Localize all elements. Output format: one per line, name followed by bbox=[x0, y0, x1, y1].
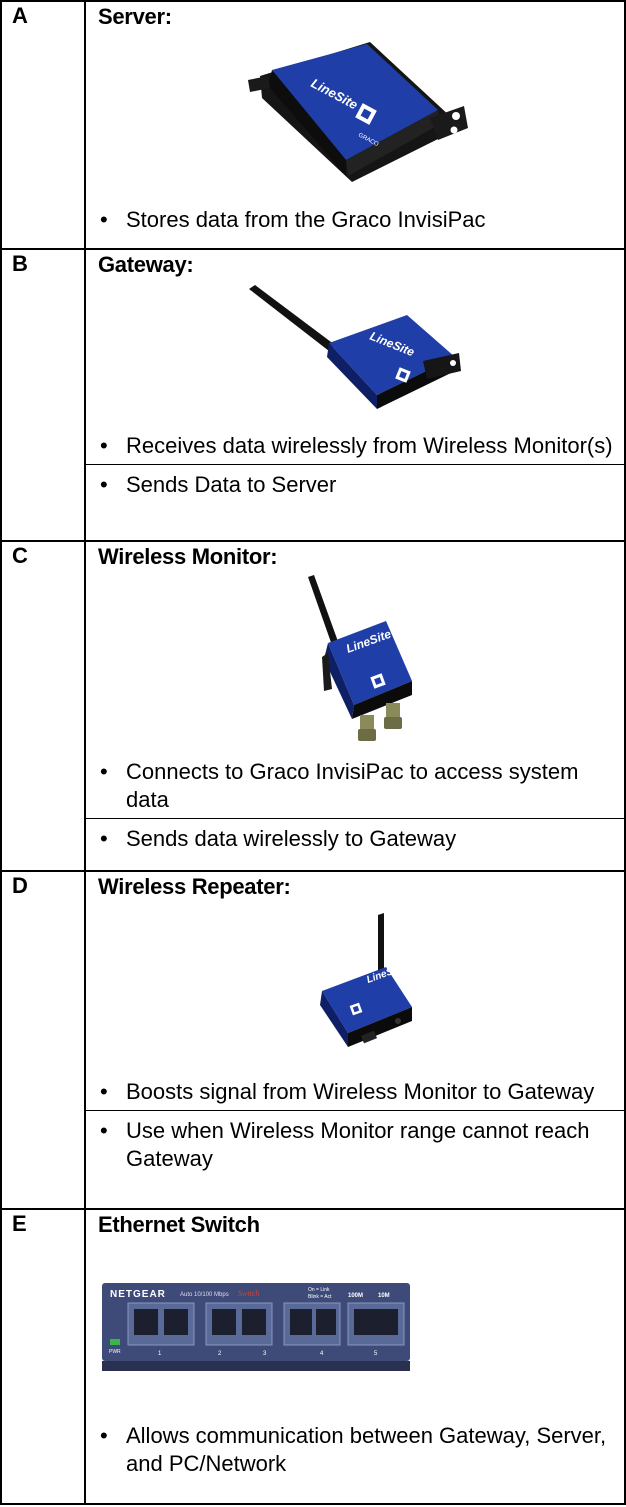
bullet-item: • Connects to Graco InvisiPac to access … bbox=[100, 759, 579, 812]
svg-text:PWR: PWR bbox=[109, 1349, 121, 1355]
bullet-item: • Sends Data to Server bbox=[86, 464, 624, 503]
switch-brand: NETGEAR bbox=[110, 1289, 166, 1300]
bullet-item: • Sends data wirelessly to Gateway bbox=[86, 818, 624, 857]
row-content: Wireless Repeater: LineSite • Boosts sig… bbox=[84, 870, 626, 1210]
row-letter: C bbox=[0, 540, 86, 872]
table-row: D Wireless Repeater: LineSite • Boosts s… bbox=[0, 870, 626, 1210]
svg-text:Blink = Act: Blink = Act bbox=[308, 1294, 332, 1300]
bullet-icon: • bbox=[100, 759, 108, 784]
table-row: C Wireless Monitor: LineSite • Connects … bbox=[0, 540, 626, 872]
component-title: Server: bbox=[98, 4, 172, 29]
svg-text:100M: 100M bbox=[348, 1293, 363, 1299]
bullet-item: • Stores data from the Graco InvisiPac bbox=[100, 207, 486, 232]
bullet-item: • Boosts signal from Wireless Monitor to… bbox=[100, 1079, 595, 1104]
svg-text:10M: 10M bbox=[378, 1293, 390, 1299]
bullet-icon: • bbox=[100, 1423, 108, 1448]
ethernet-switch-image: NETGEAR Auto 10/100 Mbps Switch On = Lin… bbox=[98, 1238, 616, 1416]
bullet-icon: • bbox=[100, 826, 108, 851]
row-content: Wireless Monitor: LineSite • Connects to… bbox=[84, 540, 626, 872]
row-content: Gateway: LineSite • Receives data wirele… bbox=[84, 248, 626, 542]
server-image: LineSite GRACO bbox=[98, 30, 616, 200]
svg-text:Auto 10/100 Mbps: Auto 10/100 Mbps bbox=[180, 1292, 229, 1298]
wireless-monitor-image: LineSite bbox=[98, 570, 616, 752]
row-letter: A bbox=[0, 0, 86, 250]
bullet-item: • Allows communication between Gateway, … bbox=[100, 1423, 607, 1476]
bullet-icon: • bbox=[100, 207, 108, 232]
bullet-item: • Receives data wirelessly from Wireless… bbox=[100, 433, 613, 458]
component-title: Wireless Monitor: bbox=[98, 544, 278, 569]
wireless-repeater-image: LineSite bbox=[98, 900, 616, 1072]
bullet-icon: • bbox=[100, 1079, 108, 1104]
component-title: Ethernet Switch bbox=[98, 1212, 260, 1237]
components-table: A Server: LineSite GRACO • Stores data f… bbox=[0, 0, 626, 1505]
table-row: A Server: LineSite GRACO • Stores data f… bbox=[0, 0, 626, 250]
component-title: Gateway: bbox=[98, 252, 194, 277]
row-letter: D bbox=[0, 870, 86, 1210]
bullet-icon: • bbox=[100, 433, 108, 458]
table-row: E Ethernet Switch NETGEAR Auto 10/100 Mb… bbox=[0, 1208, 626, 1505]
row-letter: B bbox=[0, 248, 86, 542]
table-row: B Gateway: LineSite • Receives data wire… bbox=[0, 248, 626, 542]
svg-text:On = Link: On = Link bbox=[308, 1287, 330, 1293]
bullet-icon: • bbox=[100, 472, 108, 497]
row-content: Server: LineSite GRACO • Stores data fro… bbox=[84, 0, 626, 250]
component-title: Wireless Repeater: bbox=[98, 874, 291, 899]
gateway-image: LineSite bbox=[98, 278, 616, 426]
svg-text:Switch: Switch bbox=[238, 1289, 259, 1298]
row-letter: E bbox=[0, 1208, 86, 1505]
row-content: Ethernet Switch NETGEAR Auto 10/100 Mbps… bbox=[84, 1208, 626, 1505]
bullet-icon: • bbox=[100, 1118, 108, 1143]
bullet-item: • Use when Wireless Monitor range cannot… bbox=[86, 1110, 624, 1177]
